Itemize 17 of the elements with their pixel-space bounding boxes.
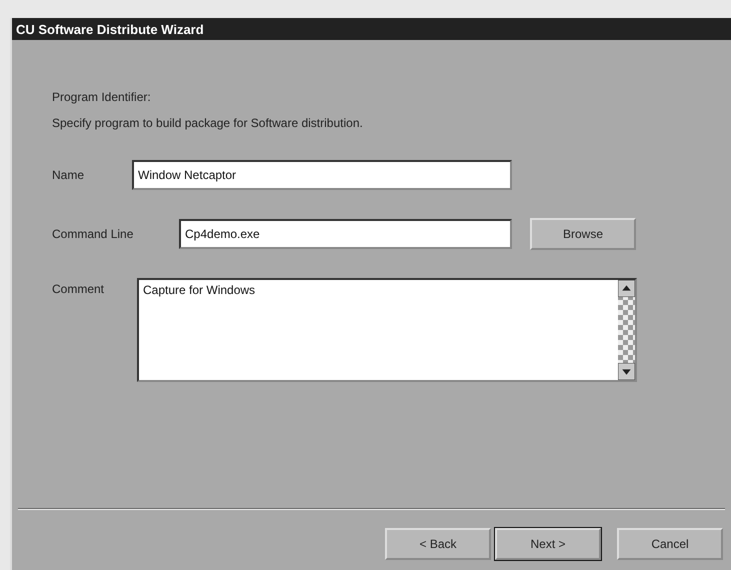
field-label: Command Line xyxy=(51,227,134,241)
field-label: Name xyxy=(51,168,86,182)
input-field[interactable]: Window Netcaptor xyxy=(132,160,512,190)
wizard-button[interactable]: Cancel xyxy=(617,528,723,560)
wizard-button[interactable]: Next > xyxy=(495,528,601,560)
input-field[interactable]: Cp4demo.exe xyxy=(179,219,512,249)
section-heading: Program Identifier: xyxy=(52,90,152,104)
window-title: CU Software Distribute Wizard xyxy=(16,22,204,36)
scroll-up-icon[interactable] xyxy=(618,280,635,297)
wizard-button[interactable]: < Back xyxy=(385,528,491,560)
scroll-bar[interactable] xyxy=(618,280,635,380)
field-label: Comment xyxy=(51,281,106,296)
scroll-down-icon[interactable] xyxy=(618,363,635,380)
field-value: Capture for Windows xyxy=(142,282,256,299)
browse-button[interactable]: Browse xyxy=(530,218,636,250)
comment-field[interactable]: Capture for Windows xyxy=(137,278,637,382)
description-text: Specify program to build package for Software distribution. xyxy=(52,116,364,130)
